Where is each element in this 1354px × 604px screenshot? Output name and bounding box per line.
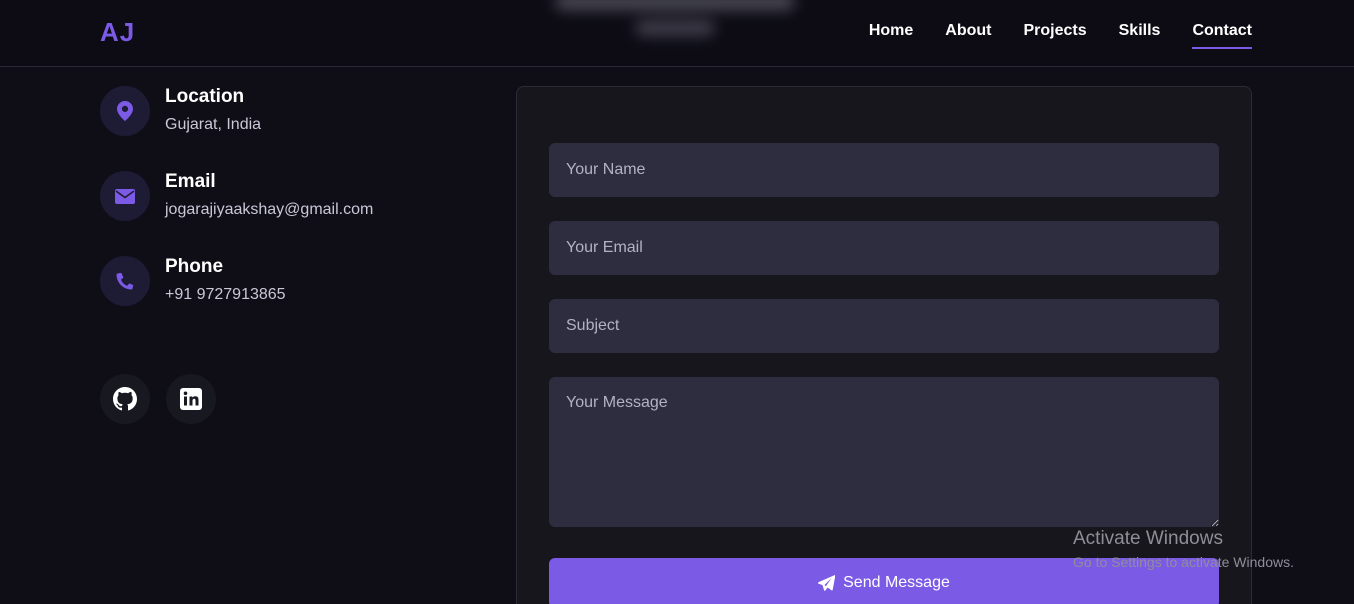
location-value: Gujarat, India (165, 116, 262, 133)
github-link[interactable] (100, 374, 150, 424)
activate-windows-watermark: Activate Windows Go to Settings to activ… (1073, 528, 1294, 570)
nav-projects[interactable]: Projects (1023, 21, 1086, 49)
nav-about[interactable]: About (945, 21, 991, 49)
site-header: AJ Home About Projects Skills Contact (0, 0, 1354, 67)
site-logo[interactable]: AJ (100, 17, 135, 48)
phone-title: Phone (165, 256, 224, 277)
name-input[interactable] (549, 143, 1219, 197)
nav-contact[interactable]: Contact (1192, 21, 1252, 49)
blurred-section-title (545, 0, 805, 50)
main-nav: Home About Projects Skills Contact (869, 21, 1252, 49)
linkedin-icon (180, 388, 202, 410)
message-textarea[interactable] (549, 377, 1219, 527)
envelope-icon (100, 171, 150, 221)
watermark-subtitle: Go to Settings to activate Windows. (1073, 554, 1294, 570)
email-input[interactable] (549, 221, 1219, 275)
contact-email: Email jogarajiyaakshay@gmail.com (100, 171, 480, 223)
map-pin-icon (100, 86, 150, 136)
send-message-label: Send Message (843, 574, 950, 591)
email-title: Email (165, 171, 216, 192)
email-value[interactable]: jogarajiyaakshay@gmail.com (165, 201, 373, 219)
contact-location: Location Gujarat, India (100, 86, 480, 138)
paper-plane-icon (818, 575, 836, 591)
contact-page: AJ Home About Projects Skills Contact Lo… (0, 0, 1354, 604)
watermark-title: Activate Windows (1073, 528, 1223, 549)
location-title: Location (165, 86, 245, 107)
subject-input[interactable] (549, 299, 1219, 353)
nav-skills[interactable]: Skills (1119, 21, 1161, 49)
linkedin-link[interactable] (166, 374, 216, 424)
phone-value[interactable]: +91 9727913865 (165, 286, 286, 304)
nav-home[interactable]: Home (869, 21, 913, 49)
contact-phone: Phone +91 9727913865 (100, 256, 480, 308)
phone-icon (100, 256, 150, 306)
github-icon (113, 387, 137, 411)
